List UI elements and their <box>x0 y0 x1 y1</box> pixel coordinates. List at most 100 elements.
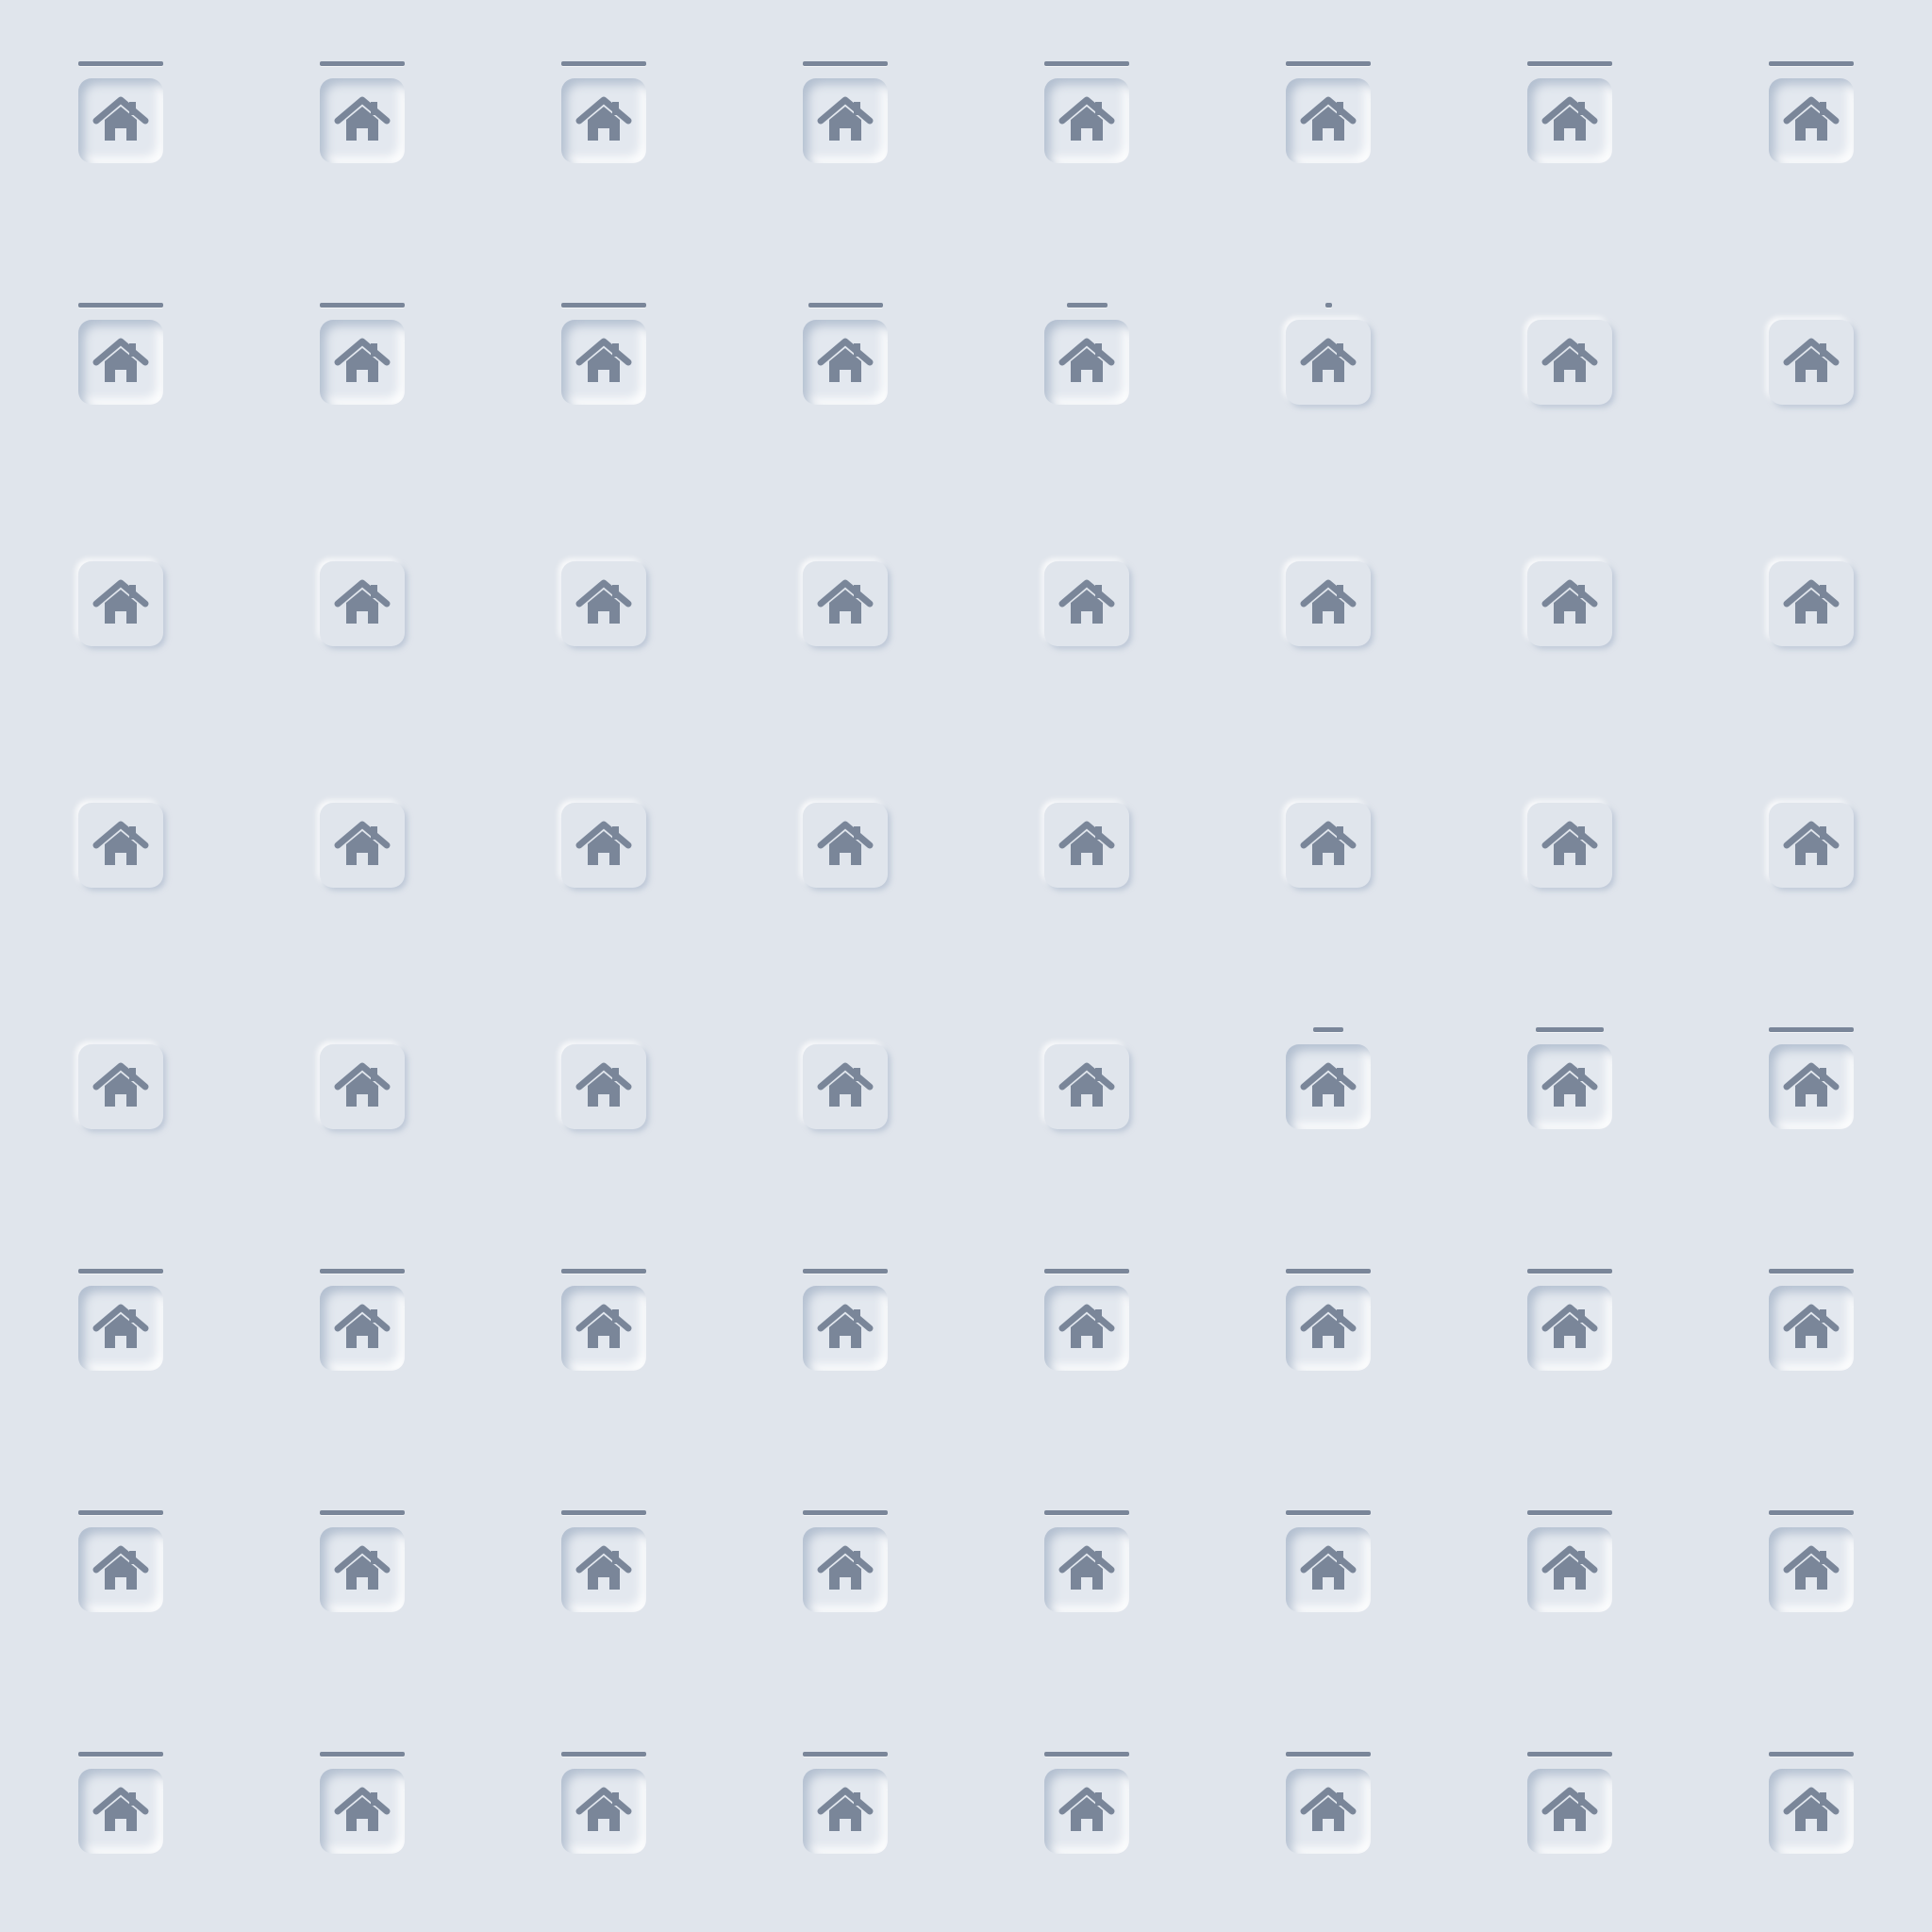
home-button[interactable] <box>78 1527 163 1612</box>
home-button[interactable] <box>1286 1044 1371 1129</box>
home-button[interactable] <box>1286 803 1371 888</box>
button-cell <box>0 242 242 483</box>
home-button[interactable] <box>1527 78 1612 163</box>
home-button[interactable] <box>803 1286 888 1371</box>
home-button[interactable] <box>803 78 888 163</box>
press-indicator <box>1313 1027 1343 1032</box>
home-button[interactable] <box>1286 1286 1371 1371</box>
press-indicator <box>78 303 163 308</box>
home-button[interactable] <box>320 1527 405 1612</box>
home-button[interactable] <box>1769 78 1854 163</box>
button-cell <box>0 1690 242 1932</box>
button-cell <box>483 1449 724 1690</box>
home-button[interactable] <box>803 320 888 405</box>
home-button[interactable] <box>320 320 405 405</box>
button-cell <box>966 483 1208 724</box>
home-button[interactable] <box>1044 1044 1129 1129</box>
home-button[interactable] <box>561 561 646 646</box>
home-button[interactable] <box>78 1286 163 1371</box>
press-indicator <box>1044 61 1129 66</box>
home-button[interactable] <box>1769 803 1854 888</box>
home-button[interactable] <box>561 320 646 405</box>
home-button[interactable] <box>320 561 405 646</box>
home-button[interactable] <box>78 320 163 405</box>
home-button[interactable] <box>803 1769 888 1854</box>
home-button[interactable] <box>1769 1286 1854 1371</box>
press-indicator <box>1527 1510 1612 1515</box>
press-indicator <box>803 1510 888 1515</box>
home-button[interactable] <box>78 803 163 888</box>
button-cell <box>724 1690 966 1932</box>
press-indicator <box>1769 61 1854 66</box>
press-indicator <box>320 1752 405 1757</box>
home-button[interactable] <box>1286 320 1371 405</box>
button-cell <box>0 1449 242 1690</box>
home-button[interactable] <box>1286 1769 1371 1854</box>
press-indicator <box>78 1269 163 1274</box>
home-button[interactable] <box>78 78 163 163</box>
press-indicator <box>1527 1269 1612 1274</box>
home-button[interactable] <box>561 1769 646 1854</box>
button-cell <box>242 0 483 242</box>
home-button[interactable] <box>561 78 646 163</box>
button-cell <box>1449 1690 1690 1932</box>
home-button[interactable] <box>1527 803 1612 888</box>
button-cell <box>483 724 724 966</box>
home-button[interactable] <box>1527 1769 1612 1854</box>
home-button[interactable] <box>1286 1527 1371 1612</box>
home-button[interactable] <box>1044 1527 1129 1612</box>
button-cell <box>1690 1208 1932 1449</box>
home-button[interactable] <box>803 1527 888 1612</box>
home-button[interactable] <box>320 1286 405 1371</box>
home-button[interactable] <box>320 1044 405 1129</box>
button-cell <box>1690 0 1932 242</box>
home-button[interactable] <box>320 1769 405 1854</box>
home-button[interactable] <box>803 803 888 888</box>
home-button[interactable] <box>1769 320 1854 405</box>
home-button[interactable] <box>1527 1044 1612 1129</box>
press-indicator <box>561 1752 646 1757</box>
press-indicator <box>1536 1027 1604 1032</box>
press-indicator <box>320 61 405 66</box>
button-cell <box>1208 1449 1449 1690</box>
home-button[interactable] <box>78 1769 163 1854</box>
home-button[interactable] <box>561 1286 646 1371</box>
home-button[interactable] <box>320 78 405 163</box>
home-button[interactable] <box>803 1044 888 1129</box>
button-cell <box>966 966 1208 1208</box>
button-cell <box>242 966 483 1208</box>
home-button[interactable] <box>1769 1044 1854 1129</box>
button-cell <box>724 966 966 1208</box>
home-button[interactable] <box>1286 78 1371 163</box>
home-button[interactable] <box>561 1044 646 1129</box>
button-cell <box>1208 0 1449 242</box>
home-button[interactable] <box>1527 1286 1612 1371</box>
home-button[interactable] <box>1044 561 1129 646</box>
button-cell <box>0 1208 242 1449</box>
home-button[interactable] <box>78 1044 163 1129</box>
home-button[interactable] <box>1527 320 1612 405</box>
home-button[interactable] <box>1044 78 1129 163</box>
home-button[interactable] <box>320 803 405 888</box>
home-button[interactable] <box>1769 561 1854 646</box>
home-button[interactable] <box>561 1527 646 1612</box>
press-indicator <box>1286 1752 1371 1757</box>
press-indicator <box>1286 1510 1371 1515</box>
home-button[interactable] <box>803 561 888 646</box>
button-cell <box>1690 1690 1932 1932</box>
home-button[interactable] <box>1769 1527 1854 1612</box>
home-button[interactable] <box>1044 803 1129 888</box>
home-button[interactable] <box>78 561 163 646</box>
home-button[interactable] <box>561 803 646 888</box>
home-button[interactable] <box>1286 561 1371 646</box>
home-button[interactable] <box>1044 1769 1129 1854</box>
button-cell <box>1208 483 1449 724</box>
home-button[interactable] <box>1769 1769 1854 1854</box>
home-button[interactable] <box>1044 320 1129 405</box>
home-button[interactable] <box>1527 561 1612 646</box>
home-button[interactable] <box>1527 1527 1612 1612</box>
press-indicator <box>1044 1269 1129 1274</box>
button-cell <box>966 1690 1208 1932</box>
home-button[interactable] <box>1044 1286 1129 1371</box>
button-cell <box>1449 483 1690 724</box>
